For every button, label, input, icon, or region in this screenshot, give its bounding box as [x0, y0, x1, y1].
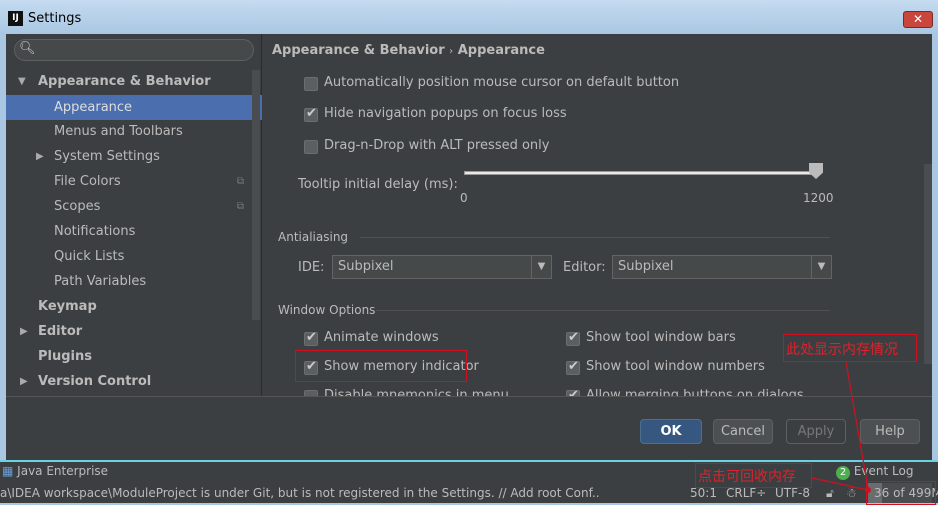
arrow-head — [865, 487, 871, 493]
annotation-arrows — [811, 361, 871, 493]
arrow-line — [811, 477, 869, 491]
arrow-line — [845, 361, 869, 489]
